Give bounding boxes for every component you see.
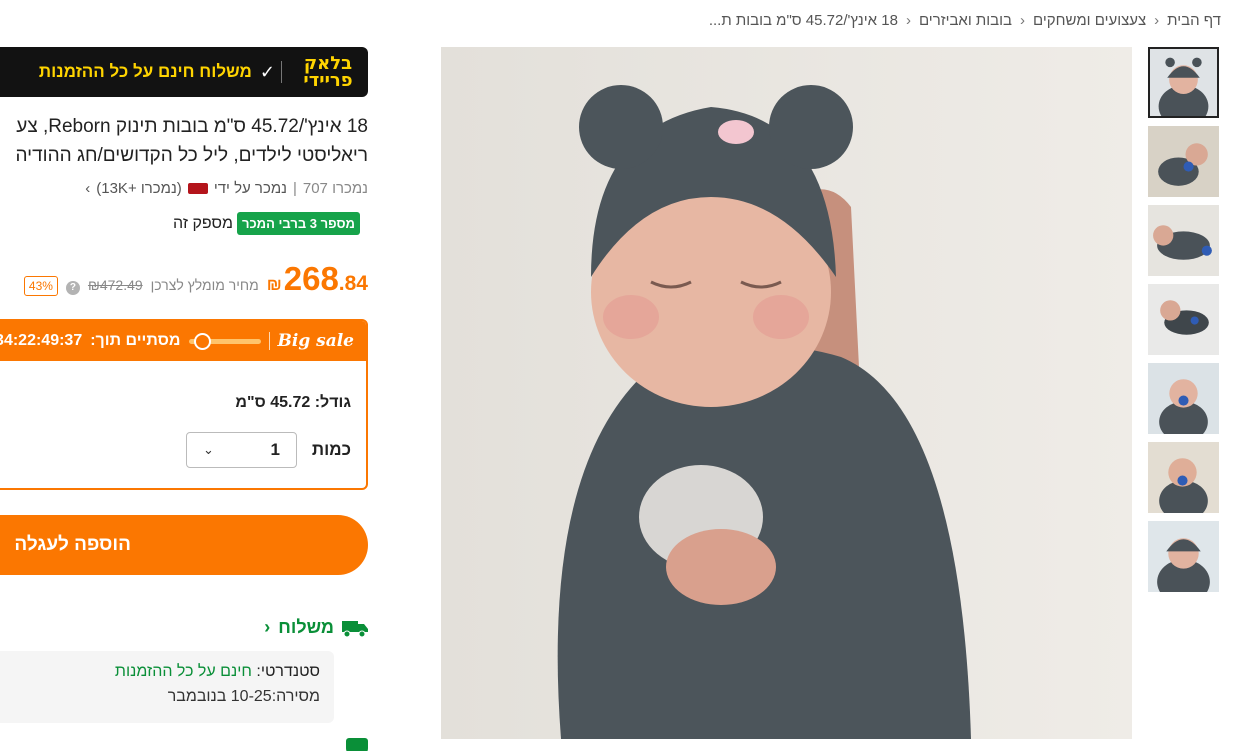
seller-rank-suffix: מספק זה	[173, 214, 233, 232]
sale-progress-bar	[188, 332, 261, 350]
breadcrumb-current: 18 אינץ'/45.72 ס"מ בובות ת...	[708, 12, 898, 29]
big-sale-label: Big sale	[277, 331, 355, 351]
sold-by-label: נמכר על ידי	[213, 180, 287, 197]
add-to-cart-button[interactable]: הוספה לעגלה	[0, 515, 368, 575]
shipping-title: משלוח	[278, 617, 334, 637]
product-title: 18 אינץ'/45.72 ס"מ בובות תינוק Reborn, צ…	[0, 112, 368, 170]
shipping-standard-label: סטנדרטי:	[256, 663, 320, 680]
currency-symbol: ₪	[266, 275, 282, 294]
shipping-details: סטנדרטי: חינם על כל ההזמנות מסירה:10-25 …	[0, 651, 334, 723]
seller-logo[interactable]	[187, 183, 208, 194]
countdown-timer: 34:22:49:37	[0, 332, 83, 349]
sales-info: נמכרו 707 | נמכר על ידי (נמכרו +13K) ›	[85, 180, 368, 197]
ends-label: מסתיים תוך:	[90, 332, 181, 349]
old-price: ₪472.49	[87, 277, 143, 293]
product-main-image[interactable]	[441, 47, 1132, 739]
divider	[268, 332, 270, 350]
thumbnail-5[interactable]	[1148, 363, 1219, 434]
check-icon: ✓	[259, 61, 275, 82]
chevron-left-icon: ‹	[1154, 12, 1160, 29]
product-title-line-2: ריאליסטי לילדים, ליל כל הקדושים/חג ההודי…	[15, 145, 368, 166]
thumbnail-3[interactable]	[1148, 205, 1219, 276]
breadcrumb-dolls[interactable]: בובות ואביזרים	[919, 12, 1012, 29]
product-info: בלאק פריידי ✓ משלוח חינם על כל ההזמנות 18…	[0, 0, 368, 751]
quantity-select[interactable]: ⌄ 1	[186, 432, 297, 468]
thumbnail-7[interactable]	[1148, 521, 1219, 592]
thumbnail-list	[1148, 47, 1220, 600]
delivery-date: מסירה:10-25 בנובמבר	[0, 688, 320, 706]
breadcrumb-toys[interactable]: צעצועים ומשחקים	[1033, 12, 1146, 29]
breadcrumb: דף הבית ‹ צעצועים ומשחקים ‹ בובות ואביזר…	[709, 12, 1221, 29]
thumbnail-6[interactable]	[1148, 442, 1219, 513]
divider	[281, 61, 282, 83]
truck-icon	[342, 620, 368, 637]
chevron-left-icon: ‹	[264, 617, 271, 637]
thumbnail-2[interactable]	[1148, 126, 1219, 197]
seller-rank: מספר 3 ברבי המכר מספק זה	[173, 212, 360, 235]
chevron-right-icon[interactable]: ›	[85, 180, 90, 197]
seller-sold-count[interactable]: (נמכרו +13K)	[96, 180, 182, 197]
black-friday-logo: בלאק פריידי	[303, 53, 353, 91]
price-row: ₪ 268 .84 מחיר מומלץ לצרכן ₪472.49 ? 43%	[23, 260, 368, 298]
divider: |	[292, 180, 297, 197]
thumbnail-4[interactable]	[1148, 284, 1219, 355]
delivery-label: מסירה:	[271, 688, 320, 705]
clock-icon	[193, 332, 211, 350]
product-title-line-1: 18 אינץ'/45.72 ס"מ בובות תינוק Reborn, צ…	[16, 116, 368, 137]
free-shipping-text: משלוח חינם על כל ההזמנות	[38, 62, 252, 81]
thumbnail-1[interactable]	[1148, 47, 1219, 118]
rrp-label: מחיר מומלץ לצרכן	[150, 277, 259, 293]
shipping-standard: סטנדרטי: חינם על כל ההזמנות	[0, 663, 320, 681]
bestseller-badge: מספר 3 ברבי המכר	[236, 212, 360, 235]
shipping-standard-value: חינם על כל ההזמנות	[114, 663, 252, 680]
delivery-value: 10-25 בנובמבר	[167, 688, 272, 705]
sale-header: Big sale מסתיים תוך: 34:22:49:37	[0, 321, 366, 361]
price-integer: 268	[283, 260, 339, 297]
sold-count: נמכרו 707	[302, 180, 368, 197]
size-label: גודל: 45.72 ס"מ	[235, 394, 351, 411]
discount-badge: 43%	[23, 276, 58, 296]
quantity-value: 1	[270, 440, 280, 459]
black-friday-banner[interactable]: בלאק פריידי ✓ משלוח חינם על כל ההזמנות	[0, 47, 368, 97]
chevron-down-icon: ⌄	[203, 442, 214, 457]
current-price: ₪ 268 .84	[267, 260, 368, 298]
shipping-section-title[interactable]: משלוח ‹	[264, 617, 368, 638]
help-icon[interactable]: ?	[65, 281, 80, 295]
breadcrumb-home[interactable]: דף הבית	[1167, 12, 1221, 29]
chevron-left-icon: ‹	[1020, 12, 1026, 29]
quantity-label: כמות	[311, 440, 351, 459]
shield-icon	[346, 738, 368, 751]
chevron-left-icon: ‹	[905, 12, 911, 29]
next-section-peek	[346, 738, 368, 751]
price-decimal: .84	[338, 272, 368, 295]
